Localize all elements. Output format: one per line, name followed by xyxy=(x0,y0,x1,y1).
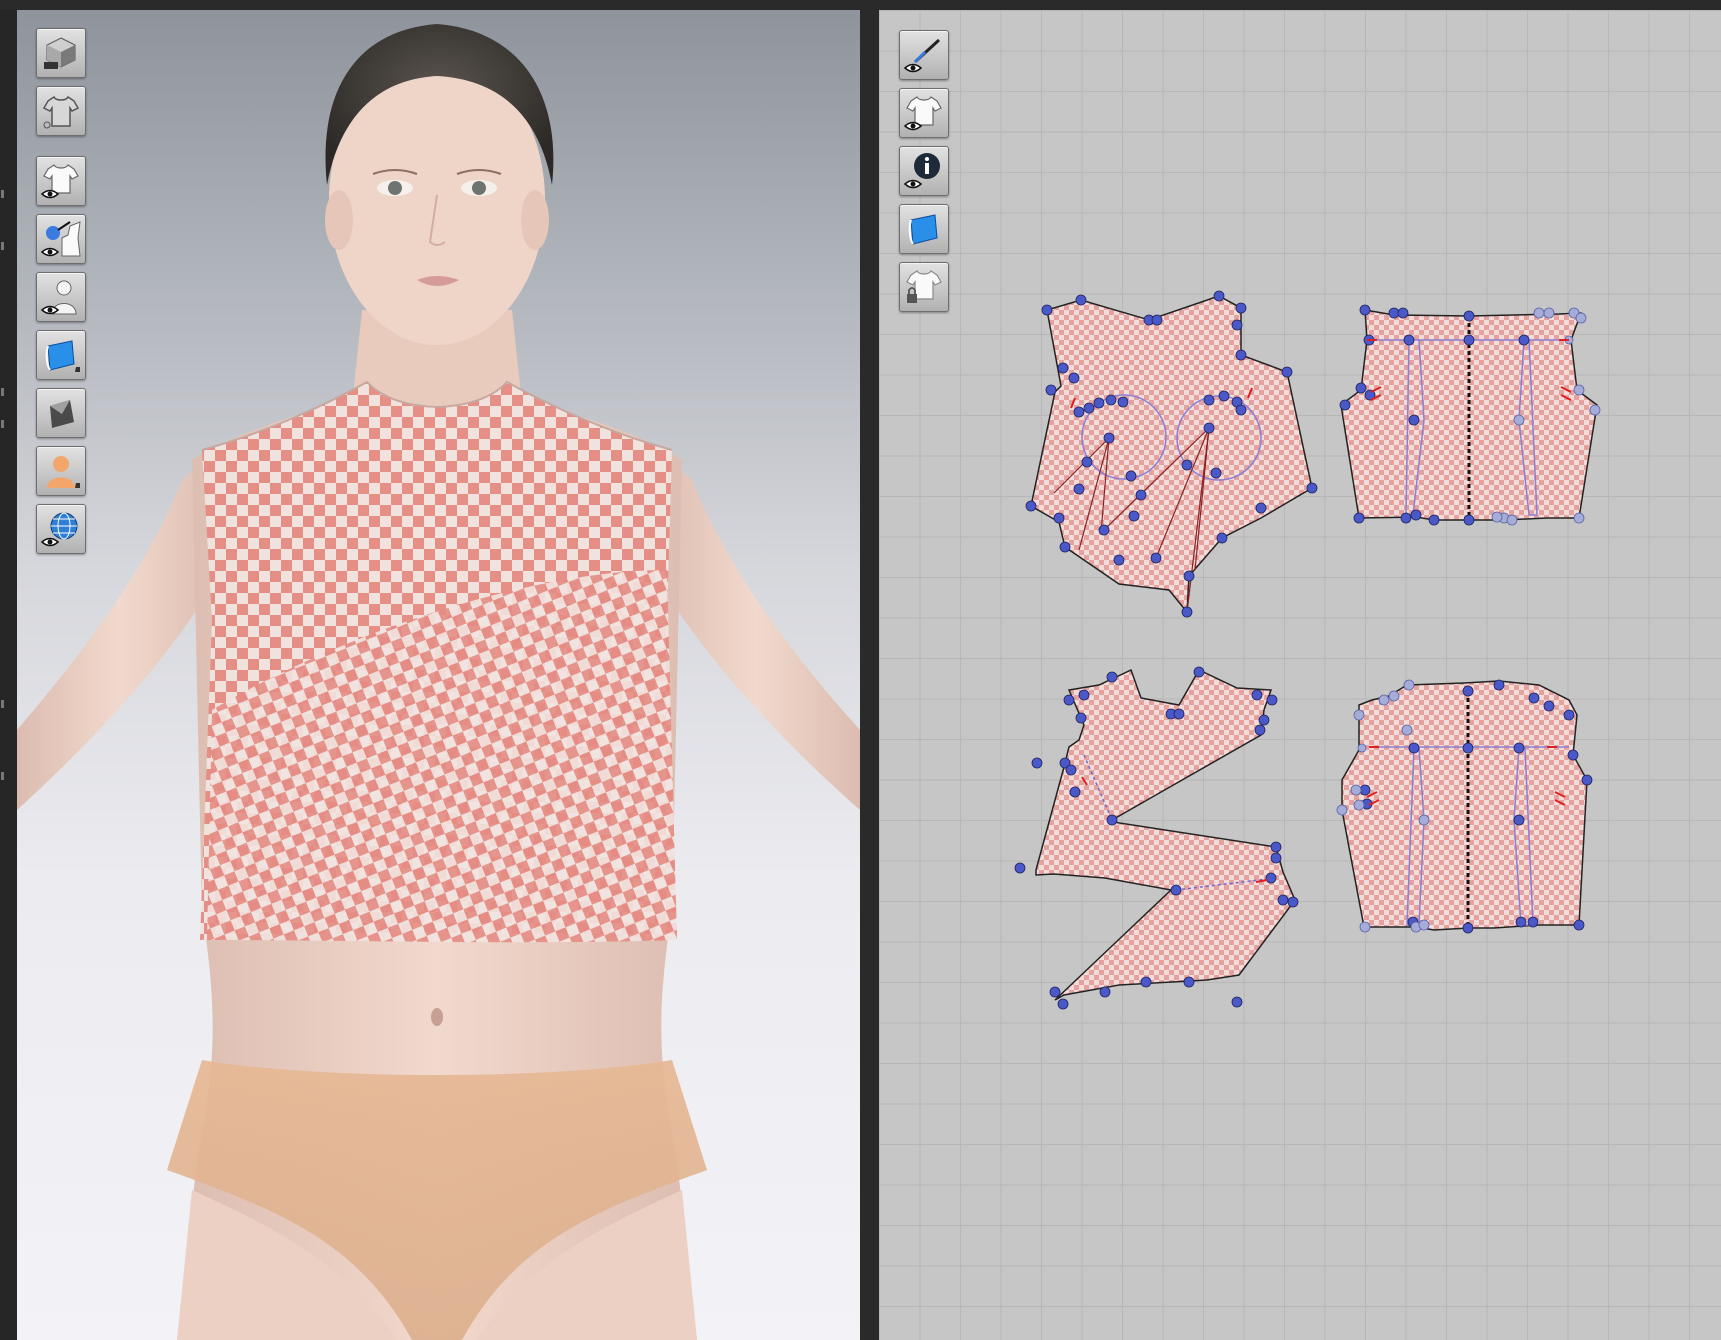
tshirt-outline-icon xyxy=(42,95,80,129)
show-buttons-trims-button[interactable] xyxy=(36,214,86,264)
pattern-piece-front-bodice-upper[interactable] xyxy=(1025,290,1318,618)
3d-viewport[interactable] xyxy=(17,10,860,1340)
2d-pattern-viewport[interactable] xyxy=(879,10,1721,1340)
lock-garment-icon xyxy=(906,270,942,303)
show-internal-lines-icon xyxy=(903,38,941,73)
left-edge-strip xyxy=(0,10,17,1340)
pattern-piece-back-bodice-upper[interactable] xyxy=(1339,304,1601,526)
show-pattern-garment-button[interactable] xyxy=(899,88,949,138)
tshirt-outline-button[interactable] xyxy=(36,86,86,136)
show-mesh-globe-button[interactable] xyxy=(36,504,86,554)
show-garment-button[interactable] xyxy=(36,156,86,206)
texture-view-icon xyxy=(45,340,80,372)
show-garment-icon xyxy=(40,164,79,199)
avatar-skin-button[interactable] xyxy=(36,446,86,496)
pattern-canvas xyxy=(1014,290,1601,1010)
avatar-skin-icon xyxy=(47,456,80,488)
show-avatar-icon xyxy=(40,280,77,315)
cube-shading-icon xyxy=(44,37,76,69)
texture-view-icon xyxy=(908,214,938,245)
panel-divider[interactable] xyxy=(860,10,879,1340)
show-buttons-trims-icon xyxy=(40,221,81,257)
texture-view-button[interactable] xyxy=(36,330,86,380)
show-internal-lines-button[interactable] xyxy=(899,30,949,80)
cube-shading-button[interactable] xyxy=(36,28,86,78)
show-pattern-info-button[interactable] xyxy=(899,146,949,196)
top-bar xyxy=(0,0,1721,10)
show-avatar-button[interactable] xyxy=(36,272,86,322)
show-mesh-globe-icon xyxy=(40,512,78,547)
show-pattern-info-icon xyxy=(903,153,940,189)
3d-toolbar xyxy=(36,28,86,562)
avatar-render xyxy=(17,24,860,1340)
lock-garment-button[interactable] xyxy=(899,262,949,312)
shaded-surface-icon xyxy=(50,400,74,428)
shaded-surface-button[interactable] xyxy=(36,388,86,438)
texture-view-2d-button[interactable] xyxy=(899,204,949,254)
pattern-piece-back-bodice-lower[interactable] xyxy=(1336,679,1593,934)
show-pattern-garment-icon xyxy=(903,96,942,131)
2d-toolbar xyxy=(899,30,949,320)
pattern-piece-front-bodice-lower-draped[interactable] xyxy=(1014,666,1299,1010)
